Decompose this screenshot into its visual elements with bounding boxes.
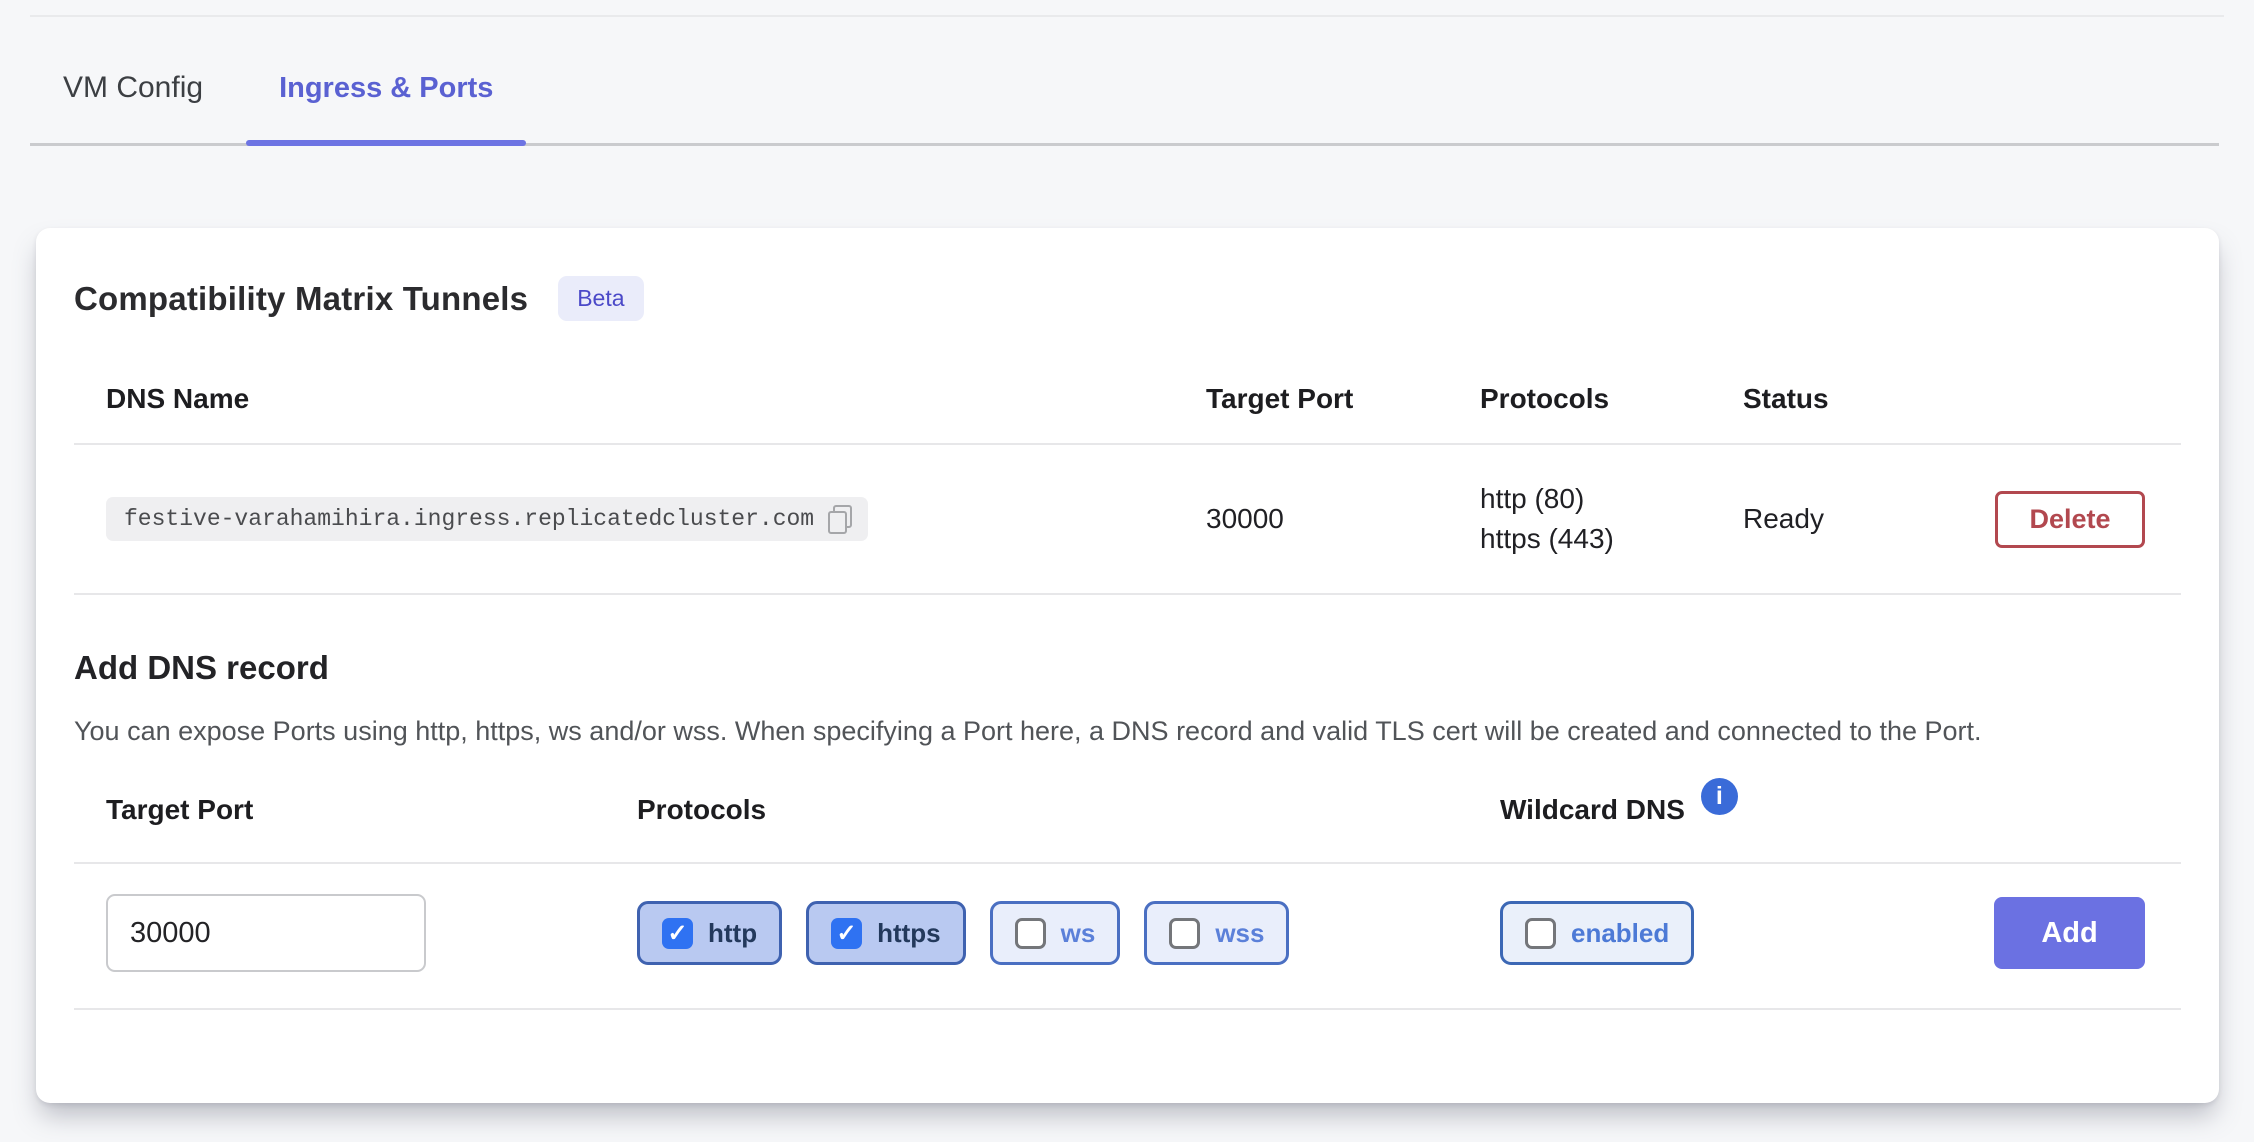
card-header: Compatibility Matrix Tunnels Beta: [36, 228, 2219, 321]
table-row: festive-varahamihira.ingress.replicatedc…: [74, 445, 2181, 595]
protocol-checkbox-ws[interactable]: ws: [990, 901, 1121, 965]
dns-name-cell: festive-varahamihira.ingress.replicatedc…: [74, 497, 1206, 541]
protocols-label: Protocols: [637, 794, 1500, 826]
table-header-row: DNS Name Target Port Protocols Status: [74, 347, 2181, 445]
copy-icon[interactable]: [828, 505, 852, 534]
info-icon[interactable]: i: [1701, 778, 1738, 815]
form-labels-row: Target Port Protocols Wildcard DNS i: [74, 791, 2181, 864]
target-port-input-cell: [74, 894, 637, 972]
col-header-target-port: Target Port: [1206, 383, 1480, 415]
protocol-option-label: ws: [1061, 918, 1096, 949]
protocol-pills: ✓ http ✓ https ws wss: [637, 901, 1500, 965]
unchecked-checkbox-icon: [1169, 918, 1200, 949]
delete-button[interactable]: Delete: [1995, 491, 2145, 548]
wildcard-enabled-checkbox[interactable]: enabled: [1500, 901, 1694, 965]
protocol-checkbox-http[interactable]: ✓ http: [637, 901, 782, 965]
add-dns-record-description: You can expose Ports using http, https, …: [74, 711, 2181, 751]
checked-checkbox-icon: ✓: [662, 918, 693, 949]
col-header-dns-name: DNS Name: [74, 383, 1206, 415]
tunnels-card: Compatibility Matrix Tunnels Beta DNS Na…: [36, 228, 2219, 1103]
protocols-cell: http (80) https (443): [1480, 479, 1743, 559]
protocol-checkbox-wss[interactable]: wss: [1144, 901, 1289, 965]
col-header-protocols: Protocols: [1480, 383, 1743, 415]
checked-checkbox-icon: ✓: [831, 918, 862, 949]
protocol-checkbox-https[interactable]: ✓ https: [806, 901, 966, 965]
unchecked-checkbox-icon: [1525, 918, 1556, 949]
beta-badge: Beta: [558, 276, 643, 321]
wildcard-dns-cell: enabled: [1500, 901, 1994, 965]
protocol-option-label: http: [708, 918, 757, 949]
protocol-option-label: https: [877, 918, 941, 949]
add-button[interactable]: Add: [1994, 897, 2145, 969]
dns-name-pill: festive-varahamihira.ingress.replicatedc…: [106, 497, 868, 541]
tab-vm-config[interactable]: VM Config: [30, 71, 236, 143]
wildcard-dns-label-group: Wildcard DNS i: [1500, 791, 1994, 828]
form-controls-row: ✓ http ✓ https ws wss enabled Add: [74, 864, 2181, 1010]
wildcard-dns-label: Wildcard DNS: [1500, 794, 1685, 826]
target-port-cell: 30000: [1206, 503, 1480, 535]
protocol-option-label: wss: [1215, 918, 1264, 949]
page-title: Compatibility Matrix Tunnels: [74, 280, 528, 318]
wildcard-option-label: enabled: [1571, 918, 1669, 949]
target-port-input[interactable]: [106, 894, 426, 972]
col-header-status: Status: [1743, 383, 1995, 415]
tab-bar: VM Config Ingress & Ports: [30, 0, 2219, 146]
protocol-https-value: https (443): [1480, 519, 1743, 559]
actions-cell: Delete: [1995, 491, 2181, 548]
dns-name-value: festive-varahamihira.ingress.replicatedc…: [124, 506, 814, 532]
protocol-http-value: http (80): [1480, 479, 1743, 519]
target-port-label: Target Port: [74, 794, 637, 826]
status-cell: Ready: [1743, 503, 1995, 535]
tab-ingress-ports[interactable]: Ingress & Ports: [246, 72, 526, 143]
unchecked-checkbox-icon: [1015, 918, 1046, 949]
add-dns-record-heading: Add DNS record: [74, 649, 2181, 687]
